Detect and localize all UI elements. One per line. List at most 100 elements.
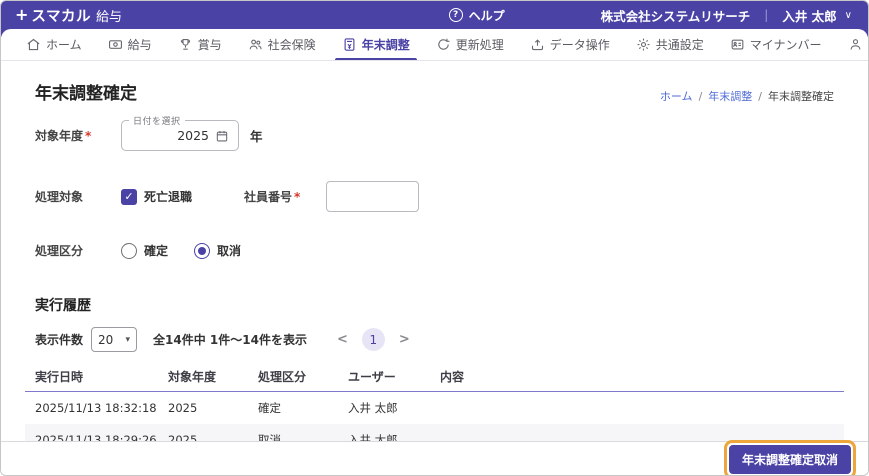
- page-next-button[interactable]: >: [395, 332, 414, 347]
- help-button[interactable]: ? ヘルプ: [448, 7, 505, 24]
- person-icon: [850, 39, 860, 50]
- checkbox-check-icon: ✓: [121, 188, 137, 205]
- radio-cancel-label: 取消: [217, 244, 242, 258]
- death-retirement-checkbox[interactable]: ✓ 死亡退職: [121, 188, 192, 205]
- nav-item-data-operation[interactable]: データ操作: [517, 29, 623, 60]
- logo-brand-text: スマカル: [31, 8, 91, 25]
- breadcrumb-separator: /: [698, 89, 703, 103]
- nav-label: 給与: [127, 38, 152, 52]
- breadcrumb-parent-link[interactable]: 年末調整: [708, 88, 752, 104]
- breadcrumb-separator: /: [758, 89, 762, 103]
- main-content: 年末調整確定 ホーム / 年末調整 / 年末調整確定 対象年度 * 日付を選択 2…: [1, 61, 868, 441]
- nav-label: 賞与: [197, 38, 222, 52]
- process-target-label: 処理対象: [35, 190, 84, 204]
- user-name: 入井 太郎: [782, 8, 837, 24]
- col-header-detail: 内容: [440, 370, 465, 384]
- data-upload-icon: [531, 39, 543, 51]
- cell-year: 2025: [168, 433, 198, 441]
- employee-number-label: 社員番号 *: [244, 190, 301, 204]
- caret-down-icon: ▾: [125, 334, 131, 345]
- company-name: 株式会社システムリサーチ: [600, 8, 751, 24]
- nav-label: 更新処理: [455, 38, 504, 52]
- col-header-datetime: 実行日時: [35, 370, 84, 384]
- checkbox-label: 死亡退職: [144, 190, 193, 204]
- radio-cancel[interactable]: 取消: [194, 242, 241, 259]
- cell-type: 取消: [258, 433, 281, 441]
- highlight-annotation: 年末調整確定取消: [723, 439, 856, 475]
- breadcrumb-home-link[interactable]: ホーム: [660, 88, 693, 104]
- cell-datetime: 2025/11/13 18:32:18: [35, 401, 157, 415]
- nav-item-home[interactable]: ホーム: [13, 29, 95, 60]
- nav-item-payroll[interactable]: 給与: [95, 29, 165, 60]
- gear-icon: [637, 38, 650, 51]
- required-asterisk: *: [294, 190, 301, 204]
- page-number-current[interactable]: 1: [361, 328, 385, 351]
- pagesize-value: 20: [98, 332, 114, 347]
- cell-type: 確定: [258, 401, 281, 415]
- nav-label: 社会保険: [267, 38, 316, 52]
- date-picker-value: 2025: [177, 128, 209, 143]
- radio-circle-icon: [121, 242, 137, 259]
- radio-confirm[interactable]: 確定: [121, 242, 168, 259]
- app-logo[interactable]: + スマカル 給与: [15, 5, 122, 26]
- cell-year: 2025: [168, 401, 198, 415]
- banknote-icon: [108, 40, 122, 49]
- required-asterisk: *: [85, 129, 92, 143]
- employee-number-input[interactable]: [326, 181, 420, 212]
- radio-confirm-label: 確定: [144, 244, 169, 258]
- nav-label: データ操作: [549, 38, 610, 52]
- help-label: ヘルプ: [468, 8, 505, 23]
- nav-item-my-number[interactable]: マイナンバー: [717, 29, 835, 60]
- nav-item-common-settings[interactable]: 共通設定: [623, 29, 717, 60]
- year-unit-label: 年: [250, 129, 263, 144]
- history-section-title: 実行履歴: [35, 298, 91, 314]
- logo-suffix-text: 給与: [95, 9, 122, 25]
- nav-item-update-process[interactable]: 更新処理: [423, 29, 517, 60]
- nav-item-admin[interactable]: 管理: [835, 29, 868, 60]
- table-header-row: 実行日時 対象年度 処理区分 ユーザー 内容: [25, 362, 844, 392]
- history-table: 実行日時 対象年度 処理区分 ユーザー 内容 2025/11/13 18:32:…: [25, 362, 844, 441]
- pagesize-label: 表示件数: [35, 333, 84, 347]
- nav-label: マイナンバー: [749, 38, 822, 52]
- calculator-icon: [344, 38, 355, 51]
- process-type-label: 処理区分: [35, 244, 84, 258]
- nav-item-year-end-adjustment[interactable]: 年末調整: [329, 29, 423, 60]
- page-prev-button[interactable]: <: [333, 332, 352, 347]
- header-divider: |: [764, 8, 769, 22]
- nav-item-social-insurance[interactable]: 社会保険: [235, 29, 329, 60]
- table-row[interactable]: 2025/11/13 18:32:18 2025 確定 入井 太郎: [25, 392, 844, 424]
- breadcrumb: ホーム / 年末調整 / 年末調整確定: [660, 88, 834, 104]
- cell-user: 入井 太郎: [348, 401, 398, 415]
- nav-label: ホーム: [46, 38, 82, 52]
- col-header-user: ユーザー: [348, 370, 396, 384]
- chevron-down-icon: ∨: [844, 9, 852, 21]
- calendar-icon[interactable]: [215, 129, 229, 143]
- target-year-label: 対象年度 *: [35, 129, 92, 143]
- app-window: + スマカル 給与 ? ヘルプ 株式会社システムリサーチ | 入井 太郎 ∨ ホ…: [0, 0, 869, 476]
- pagesize-select[interactable]: 20 ▾: [91, 327, 138, 352]
- date-picker-float-label: 日付を選択: [129, 114, 185, 127]
- plus-logo-icon: +: [15, 5, 29, 24]
- user-menu[interactable]: 入井 太郎 ∨: [782, 6, 852, 25]
- people-icon: [249, 39, 262, 50]
- nav-label: 年末調整: [361, 38, 410, 52]
- page-title: 年末調整確定: [35, 84, 137, 104]
- action-footer: 年末調整確定取消: [1, 439, 868, 475]
- breadcrumb-current: 年末調整確定: [768, 90, 834, 103]
- table-row[interactable]: 2025/11/13 18:29:26 2025 取消 入井 太郎: [25, 424, 844, 441]
- col-header-type: 処理区分: [258, 370, 307, 384]
- target-year-date-picker[interactable]: 日付を選択 2025: [121, 114, 239, 151]
- refresh-icon: [438, 38, 450, 50]
- radio-selected-icon: [194, 242, 211, 259]
- result-range-text: 全14件中 1件〜14件を表示: [153, 333, 307, 347]
- nav-item-bonus[interactable]: 賞与: [165, 29, 235, 60]
- pagination: < 1 >: [333, 328, 414, 351]
- id-card-icon: [731, 39, 744, 50]
- cell-datetime: 2025/11/13 18:29:26: [35, 433, 157, 441]
- year-end-adjustment-cancel-button[interactable]: 年末調整確定取消: [728, 444, 851, 474]
- nav-label: 共通設定: [655, 38, 704, 52]
- trophy-icon: [180, 38, 190, 50]
- cell-user: 入井 太郎: [348, 433, 398, 441]
- home-icon: [27, 38, 40, 51]
- col-header-year: 対象年度: [168, 370, 217, 384]
